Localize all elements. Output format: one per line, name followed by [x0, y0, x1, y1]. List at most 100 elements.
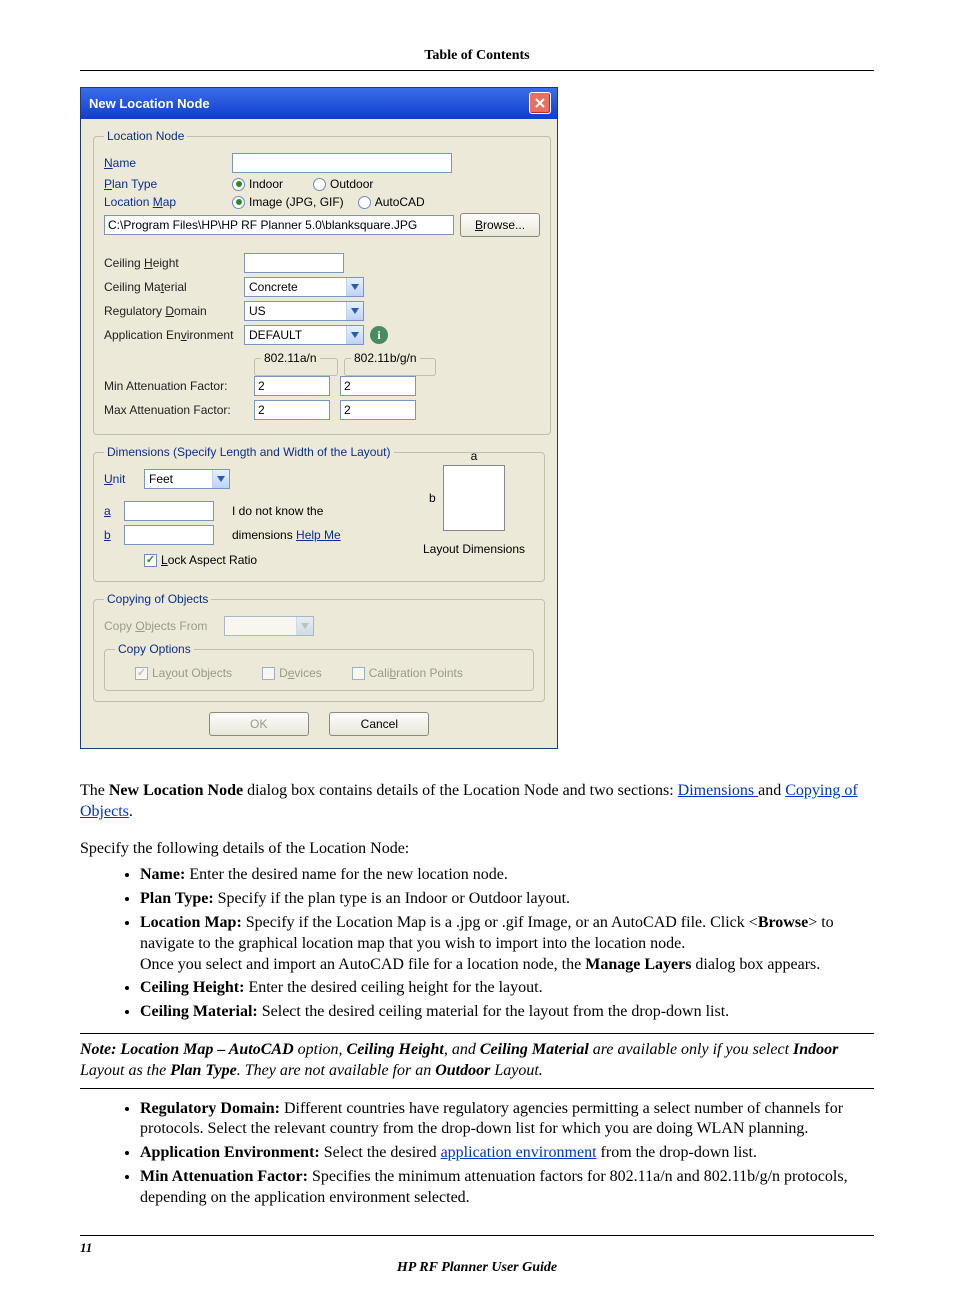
dimensions-link[interactable]: Dimensions — [678, 782, 758, 799]
list-item: Regulatory Domain: Different countries h… — [140, 1099, 874, 1141]
proto-a-legend: 802.11a/n — [261, 351, 320, 365]
browse-button[interactable]: Browse... — [460, 213, 540, 237]
note-block: Note: Location Map – AutoCAD option, Cei… — [80, 1033, 874, 1089]
ceiling-material-value: Concrete — [245, 280, 346, 294]
min-att-a-input[interactable] — [254, 376, 330, 396]
image-label: Image (JPG, GIF) — [249, 195, 344, 209]
proto-b-group: 802.11b/g/n — [344, 351, 436, 376]
path-input[interactable] — [104, 215, 454, 235]
list-item: Application Environment: Select the desi… — [140, 1143, 874, 1164]
layout-objects-label: Layout Objects — [152, 666, 232, 680]
copy-from-label: Copy Objects From — [104, 619, 224, 633]
unit-value: Feet — [145, 472, 212, 486]
page-number: 11 — [80, 1240, 874, 1256]
autocad-radio[interactable] — [358, 196, 371, 209]
guide-name: HP RF Planner User Guide — [80, 1260, 874, 1276]
dim-b-label: b — [104, 528, 124, 542]
indoor-label: Indoor — [249, 177, 283, 191]
list-item: Min Attenuation Factor: Specifies the mi… — [140, 1167, 874, 1209]
regulatory-domain-value: US — [245, 304, 346, 318]
unit-select[interactable]: Feet — [144, 469, 230, 489]
inline-link[interactable]: application environment — [441, 1144, 597, 1161]
dim-a-label: a — [104, 504, 124, 518]
ceiling-height-input[interactable] — [244, 253, 344, 273]
app-env-select[interactable]: DEFAULT — [244, 325, 364, 345]
dialog-title: New Location Node — [89, 96, 210, 111]
outdoor-radio[interactable] — [313, 178, 326, 191]
copy-from-select — [224, 616, 314, 636]
unit-label: Unit — [104, 472, 144, 486]
close-icon — [535, 98, 545, 108]
ceiling-height-label: Ceiling Height — [104, 256, 244, 270]
plan-type-label: Plan Type — [104, 177, 232, 191]
devices-checkbox — [262, 667, 275, 680]
specify-line: Specify the following details of the Loc… — [80, 839, 874, 860]
layout-b-marker: b — [429, 491, 436, 505]
max-att-b-input[interactable] — [340, 400, 416, 420]
proto-b-legend: 802.11b/g/n — [351, 351, 420, 365]
title-bar: New Location Node — [81, 88, 557, 119]
close-button[interactable] — [529, 92, 551, 114]
devices-label: Devices — [279, 666, 322, 680]
list-item: Plan Type: Specify if the plan type is a… — [140, 889, 874, 910]
min-att-label: Min Attenuation Factor: — [104, 379, 254, 393]
image-radio[interactable] — [232, 196, 245, 209]
max-att-label: Max Attenuation Factor: — [104, 403, 254, 417]
list-item: Ceiling Height: Enter the desired ceilin… — [140, 978, 874, 999]
chevron-down-icon — [296, 617, 313, 635]
app-env-value: DEFAULT — [245, 328, 346, 342]
copying-legend: Copying of Objects — [104, 592, 211, 606]
dimensions-legend: Dimensions (Specify Length and Width of … — [104, 445, 394, 459]
proto-a-group: 802.11a/n — [254, 351, 338, 376]
dimensions-group: Dimensions (Specify Length and Width of … — [93, 445, 545, 582]
app-env-label: Application Environment — [104, 328, 244, 342]
chevron-down-icon — [346, 326, 363, 344]
toc-header: Table of Contents — [80, 48, 874, 71]
name-input[interactable] — [232, 153, 452, 173]
chevron-down-icon — [346, 302, 363, 320]
copy-options-group: Copy Options ✓ Layout Objects Devices Ca… — [104, 642, 534, 691]
chevron-down-icon — [346, 278, 363, 296]
list-item: Ceiling Material: Select the desired cei… — [140, 1002, 874, 1023]
calibration-label: Calibration Points — [369, 666, 463, 680]
lock-aspect-label: Lock Aspect Ratio — [161, 553, 257, 567]
autocad-label: AutoCAD — [375, 195, 425, 209]
layout-preview-box — [443, 465, 505, 531]
min-att-b-input[interactable] — [340, 376, 416, 396]
new-location-node-dialog: New Location Node Location Node Name Pla… — [80, 87, 558, 749]
lock-aspect-checkbox[interactable]: ✓ — [144, 554, 157, 567]
ok-button: OK — [209, 712, 309, 736]
cancel-button[interactable]: Cancel — [329, 712, 429, 736]
regulatory-domain-select[interactable]: US — [244, 301, 364, 321]
bullet-list-2: Regulatory Domain: Different countries h… — [120, 1099, 874, 1209]
layout-objects-checkbox: ✓ — [135, 667, 148, 680]
doc-body: The New Location Node dialog box contain… — [80, 781, 874, 1209]
outdoor-label: Outdoor — [330, 177, 373, 191]
name-label: Name — [104, 156, 232, 170]
regulatory-domain-label: Regulatory Domain — [104, 304, 244, 318]
layout-dimensions-caption: Layout Dimensions — [414, 542, 534, 556]
indoor-radio[interactable] — [232, 178, 245, 191]
location-node-legend: Location Node — [104, 129, 187, 143]
copy-options-legend: Copy Options — [115, 642, 194, 656]
intro-paragraph: The New Location Node dialog box contain… — [80, 781, 874, 823]
ceiling-material-label: Ceiling Material — [104, 280, 244, 294]
location-map-label: Location Map — [104, 195, 232, 209]
list-item: Name: Enter the desired name for the new… — [140, 865, 874, 886]
layout-a-marker: a — [471, 449, 478, 463]
location-node-group: Location Node Name Plan Type Indoor Outd… — [93, 129, 551, 435]
max-att-a-input[interactable] — [254, 400, 330, 420]
helper-text-2: dimensions Help Me — [232, 528, 341, 542]
info-icon[interactable]: i — [370, 326, 388, 344]
copying-group: Copying of Objects Copy Objects From Cop… — [93, 592, 545, 702]
dim-b-input[interactable] — [124, 525, 214, 545]
ceiling-material-select[interactable]: Concrete — [244, 277, 364, 297]
dim-a-input[interactable] — [124, 501, 214, 521]
bullet-list-1: Name: Enter the desired name for the new… — [120, 865, 874, 1023]
calibration-checkbox — [352, 667, 365, 680]
chevron-down-icon — [212, 470, 229, 488]
page-footer: 11 HP RF Planner User Guide — [80, 1235, 874, 1276]
helper-text-1: I do not know the — [232, 504, 323, 518]
list-item: Location Map: Specify if the Location Ma… — [140, 913, 874, 975]
help-me-link[interactable]: Help Me — [296, 528, 341, 542]
